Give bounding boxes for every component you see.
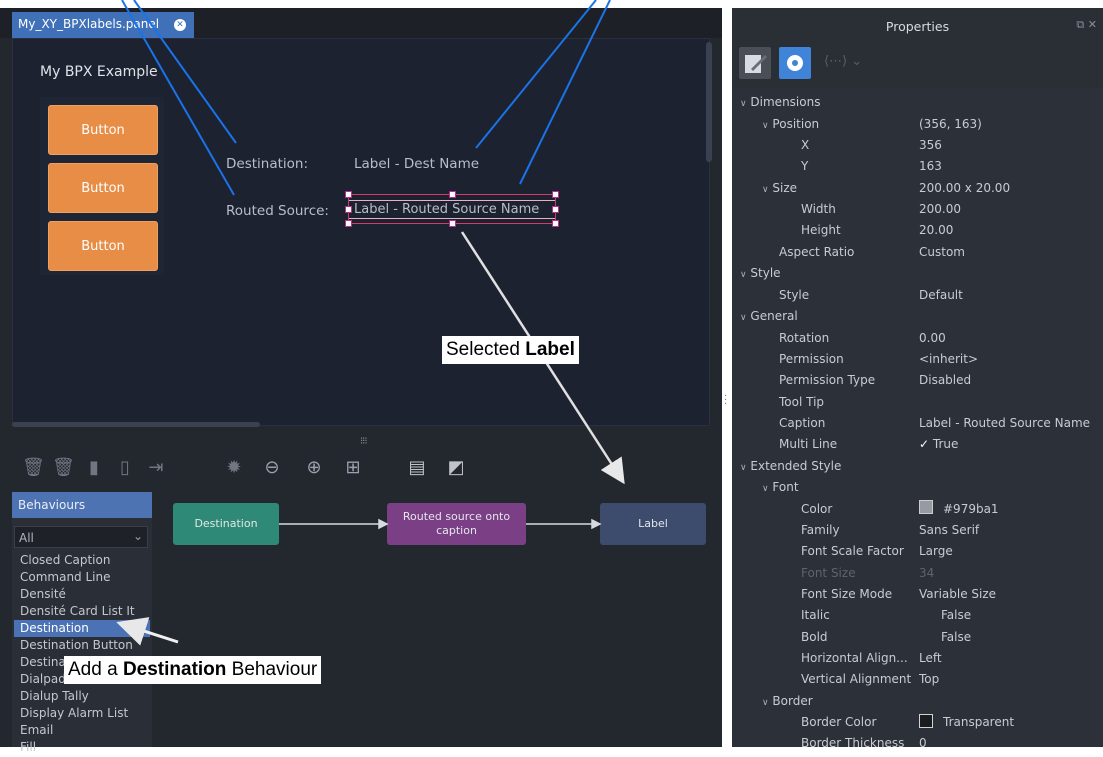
callout-selected-label: Selected Label bbox=[442, 336, 579, 364]
annotation-overlay bbox=[116, 0, 625, 646]
callout-add-destination: Add a Destination Behaviour bbox=[64, 656, 322, 684]
callout-lines bbox=[121, 0, 611, 196]
arrow-to-destination bbox=[116, 617, 179, 646]
graph-links bbox=[279, 518, 602, 530]
